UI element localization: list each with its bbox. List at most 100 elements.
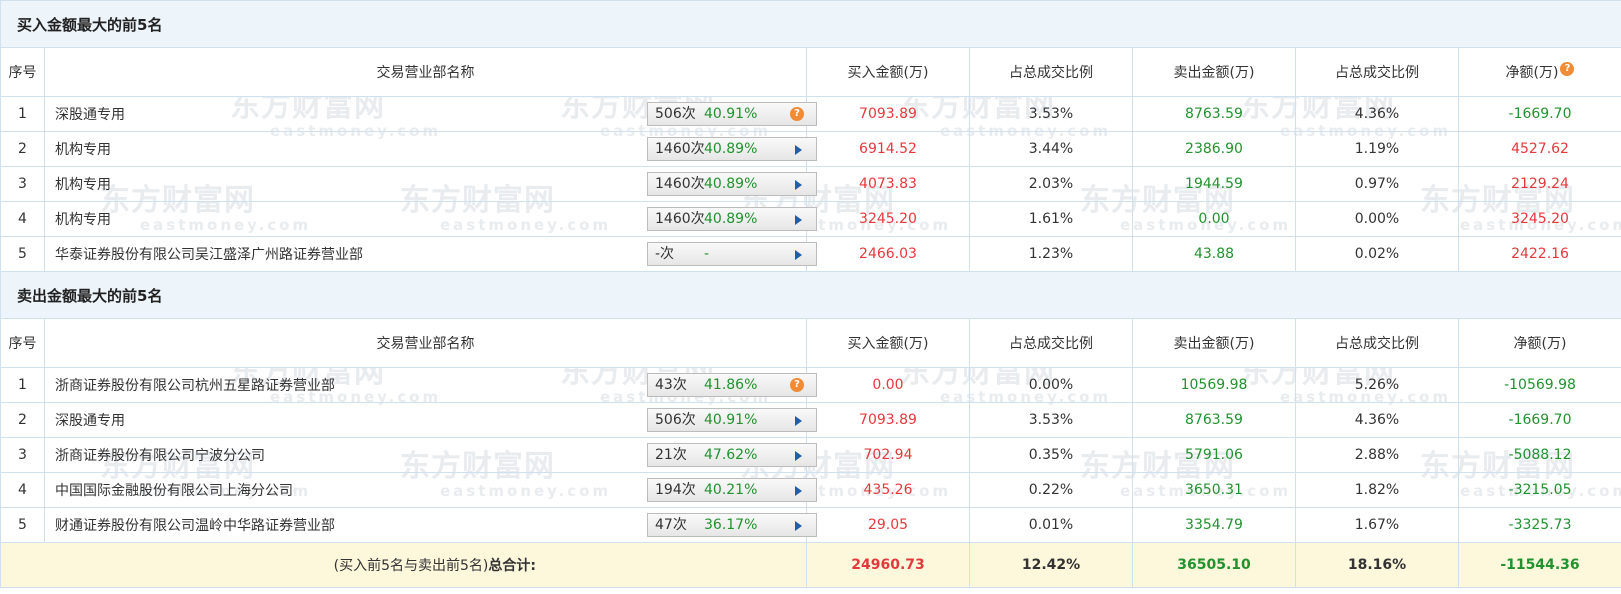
buy-amount: 7093.89 — [806, 96, 970, 132]
broker-stats-button[interactable]: 194次 40.21% — [647, 478, 817, 502]
header-buy-amount: 买入金额(万) — [806, 318, 970, 368]
rise-probability: 36.17% — [704, 517, 758, 533]
row-index: 2 — [0, 131, 45, 167]
sell-amount: 10569.98 — [1132, 367, 1296, 403]
broker-stats-button[interactable]: -次 - — [647, 242, 817, 266]
sell-amount: 0.00 — [1132, 201, 1296, 237]
table-row: 4 机构专用 1460次 40.89% 3245.20 1.61% 0.00 0.00% 324… — [0, 201, 1621, 237]
broker-name[interactable]: 华泰证券股份有限公司吴江盛泽广州路证券营业部 — [55, 244, 363, 264]
row-index: 1 — [0, 367, 45, 403]
buy-ratio: 3.53% — [969, 96, 1133, 132]
total-sell-ratio: 18.16% — [1295, 542, 1459, 588]
arrow-right-icon[interactable] — [795, 180, 802, 190]
broker-cell: 财通证券股份有限公司温岭中华路证券营业部 47次 36.17% — [44, 507, 817, 543]
rise-probability: 40.89% — [704, 141, 758, 157]
buy-ratio: 1.61% — [969, 201, 1133, 237]
total-label-prefix: (买入前5名与卖出前5名) — [333, 558, 489, 574]
total-buy-ratio: 12.42% — [969, 542, 1133, 588]
buy-ratio: 3.53% — [969, 402, 1133, 438]
broker-stats-button[interactable]: 506次 40.91% — [647, 408, 817, 432]
total-sell-amount: 36505.10 — [1132, 542, 1296, 588]
total-section: (买入前5名与卖出前5名)总合计: 24960.73 12.42% 36505.… — [0, 542, 1621, 588]
buy-amount: 3245.20 — [806, 201, 970, 237]
question-icon[interactable]: ? — [790, 107, 804, 121]
broker-name[interactable]: 机构专用 — [55, 209, 111, 229]
total-label-bold: 总合计: — [488, 558, 536, 574]
total-label: (买入前5名与卖出前5名)总合计: — [0, 542, 807, 588]
rise-probability: 40.91% — [704, 412, 758, 428]
header-net-label: 净额(万) — [1505, 65, 1559, 81]
arrow-right-icon[interactable] — [795, 486, 802, 496]
question-icon[interactable]: ? — [1560, 62, 1575, 76]
sell-ratio: 1.67% — [1295, 507, 1459, 543]
buy-header-row: 序号 交易营业部名称 买入金额(万) 占总成交比例 卖出金额(万) 占总成交比例… — [0, 47, 1621, 97]
header-buy-ratio: 占总成交比例 — [969, 318, 1133, 368]
buy-amount: 29.05 — [806, 507, 970, 543]
broker-cell: 机构专用 1460次 40.89% — [44, 201, 817, 237]
buy-ratio: 2.03% — [969, 166, 1133, 202]
arrow-right-icon[interactable] — [795, 215, 802, 225]
broker-stats-button[interactable]: 1460次 40.89% — [647, 137, 817, 161]
table-row: 4 中国国际金融股份有限公司上海分公司 194次 40.21% 435.26 0.22% 3… — [0, 472, 1621, 508]
arrow-right-icon[interactable] — [795, 145, 802, 155]
broker-stats-button[interactable]: 1460次 40.89% — [647, 207, 817, 231]
rise-probability: - — [704, 246, 710, 262]
sell-amount: 2386.90 — [1132, 131, 1296, 167]
buy-amount: 0.00 — [806, 367, 970, 403]
broker-name[interactable]: 机构专用 — [55, 174, 111, 194]
sell-section: 卖出金额最大的前5名 序号 交易营业部名称 买入金额(万) 占总成交比例 卖出金… — [0, 271, 1621, 543]
broker-name[interactable]: 深股通专用 — [55, 104, 125, 124]
broker-stats-button[interactable]: 1460次 40.89% — [647, 172, 817, 196]
header-net-amount: 净额(万) — [1457, 318, 1621, 368]
broker-name[interactable]: 浙商证券股份有限公司宁波分公司 — [55, 445, 265, 465]
row-index: 4 — [0, 201, 45, 237]
header-index: 序号 — [0, 47, 45, 97]
broker-stats-button[interactable]: 47次 36.17% — [647, 513, 817, 537]
sell-amount: 3354.79 — [1132, 507, 1296, 543]
buy-section: 买入金额最大的前5名 序号 交易营业部名称 买入金额(万) 占总成交比例 卖出金… — [0, 0, 1621, 272]
sell-ratio: 4.36% — [1295, 402, 1459, 438]
total-net-amount: -11544.36 — [1457, 542, 1621, 588]
appearance-count: 506次 — [655, 106, 696, 122]
header-broker-name: 交易营业部名称 — [44, 318, 807, 368]
row-index: 5 — [0, 507, 45, 543]
buy-amount: 435.26 — [806, 472, 970, 508]
broker-stats-button[interactable]: 21次 47.62% — [647, 443, 817, 467]
header-sell-ratio: 占总成交比例 — [1295, 47, 1459, 97]
buy-ratio: 0.22% — [969, 472, 1133, 508]
arrow-right-icon[interactable] — [795, 451, 802, 461]
buy-ratio: 0.35% — [969, 437, 1133, 473]
row-index: 1 — [0, 96, 45, 132]
header-sell-ratio: 占总成交比例 — [1295, 318, 1459, 368]
broker-stats-button[interactable]: 43次 41.86%? — [647, 373, 817, 397]
broker-cell: 深股通专用 506次 40.91%? — [44, 96, 817, 132]
total-row: (买入前5名与卖出前5名)总合计: 24960.73 12.42% 36505.… — [0, 542, 1621, 588]
header-buy-amount: 买入金额(万) — [806, 47, 970, 97]
broker-name[interactable]: 机构专用 — [55, 139, 111, 159]
broker-name[interactable]: 财通证券股份有限公司温岭中华路证券营业部 — [55, 515, 335, 535]
sell-ratio: 0.00% — [1295, 201, 1459, 237]
row-index: 2 — [0, 402, 45, 438]
broker-cell: 深股通专用 506次 40.91% — [44, 402, 817, 438]
broker-cell: 浙商证券股份有限公司宁波分公司 21次 47.62% — [44, 437, 817, 473]
rise-probability: 40.91% — [704, 106, 758, 122]
broker-name[interactable]: 深股通专用 — [55, 410, 125, 430]
question-icon[interactable]: ? — [790, 378, 804, 392]
arrow-right-icon[interactable] — [795, 521, 802, 531]
broker-cell: 中国国际金融股份有限公司上海分公司 194次 40.21% — [44, 472, 817, 508]
total-buy-amount: 24960.73 — [806, 542, 970, 588]
buy-ratio: 0.00% — [969, 367, 1133, 403]
rise-probability: 40.89% — [704, 211, 758, 227]
arrow-right-icon[interactable] — [795, 416, 802, 426]
broker-name[interactable]: 中国国际金融股份有限公司上海分公司 — [55, 480, 293, 500]
table-row: 1 浙商证券股份有限公司杭州五星路证券营业部 43次 41.86%? 0.00 0.00%… — [0, 367, 1621, 403]
buy-ratio: 1.23% — [969, 236, 1133, 272]
arrow-right-icon[interactable] — [795, 250, 802, 260]
buy-amount: 7093.89 — [806, 402, 970, 438]
broker-stats-button[interactable]: 506次 40.91%? — [647, 102, 817, 126]
header-net-amount: 净额(万)? — [1457, 47, 1621, 97]
trading-table: 买入金额最大的前5名 序号 交易营业部名称 买入金额(万) 占总成交比例 卖出金… — [0, 0, 1621, 588]
broker-name[interactable]: 浙商证券股份有限公司杭州五星路证券营业部 — [55, 375, 335, 395]
sell-amount: 5791.06 — [1132, 437, 1296, 473]
row-index: 3 — [0, 166, 45, 202]
